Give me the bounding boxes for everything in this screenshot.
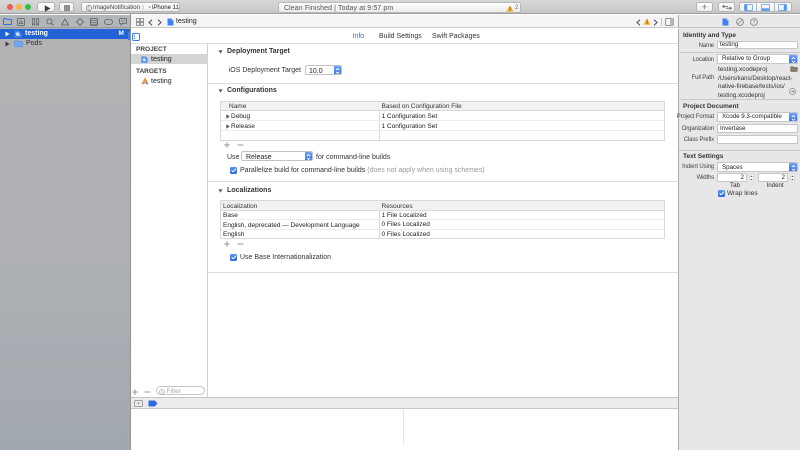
svg-text:?: ? [753,19,756,25]
